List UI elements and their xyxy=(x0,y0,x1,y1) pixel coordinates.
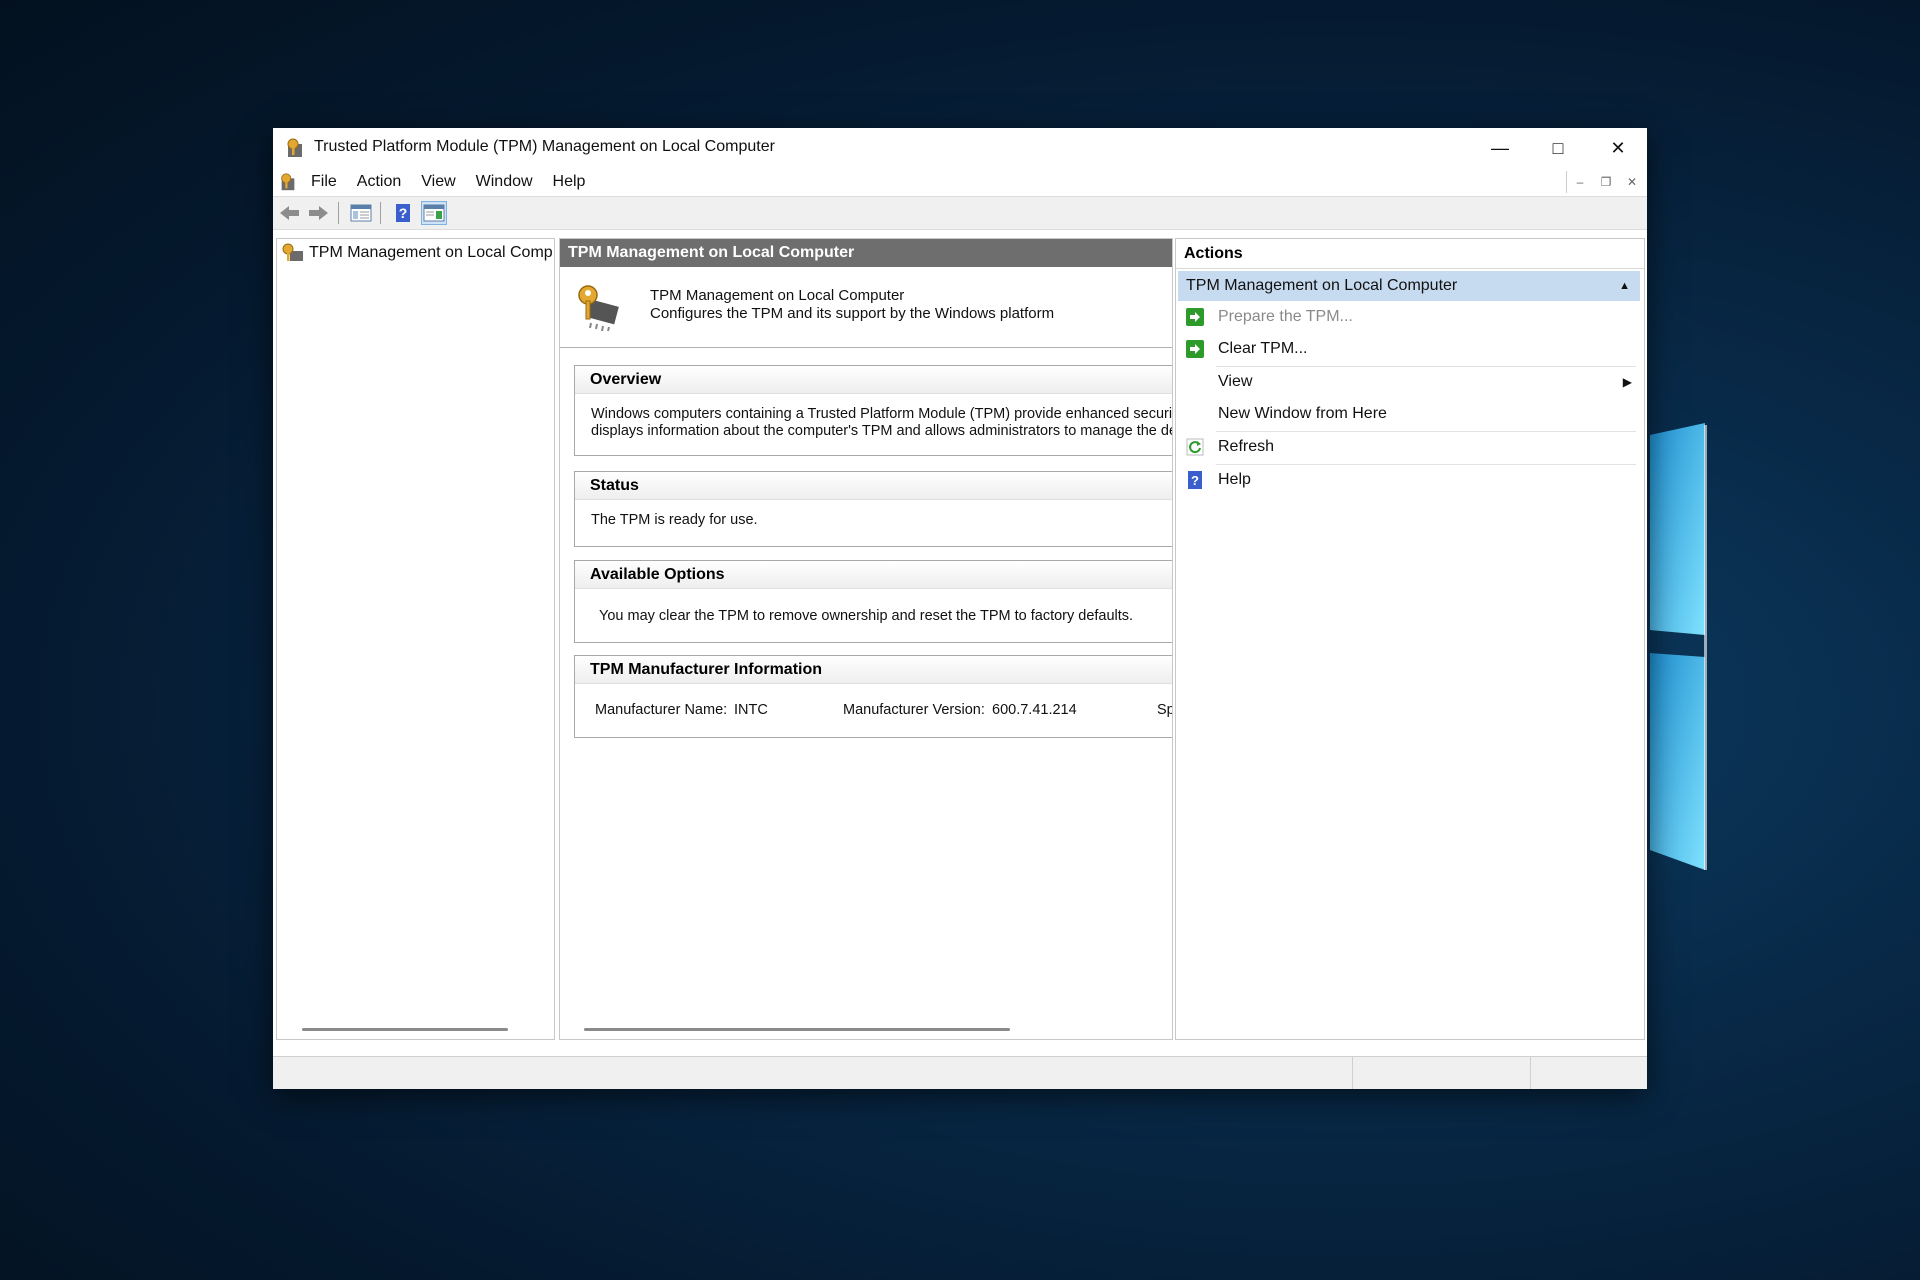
mdi-controls: – ❐ ✕ xyxy=(1566,171,1645,193)
actions-header: Actions xyxy=(1176,239,1644,269)
toolbar: ? xyxy=(273,196,1647,230)
refresh-icon xyxy=(1186,438,1204,456)
mdi-minimize-button[interactable]: – xyxy=(1567,171,1593,193)
toolbar-separator xyxy=(338,202,339,224)
status-heading: Status xyxy=(575,472,1172,500)
horizontal-scrollbar[interactable] xyxy=(584,1028,1010,1031)
actions-group-label: TPM Management on Local Computer xyxy=(1186,277,1458,294)
action-label: Clear TPM... xyxy=(1218,340,1308,357)
action-label: Refresh xyxy=(1218,438,1275,455)
tpm-chip-key-icon xyxy=(578,285,619,331)
close-button[interactable]: ✕ xyxy=(1589,128,1647,168)
window-title: Trusted Platform Module (TPM) Management… xyxy=(314,138,775,155)
svg-text:?: ? xyxy=(1191,473,1199,488)
action-help[interactable]: ? Help xyxy=(1178,465,1640,495)
action-refresh[interactable]: Refresh xyxy=(1178,432,1640,462)
spec-version-label: Sp xyxy=(1157,702,1173,718)
available-options-heading: Available Options xyxy=(575,561,1172,589)
mmc-window: Trusted Platform Module (TPM) Management… xyxy=(273,128,1647,1089)
help-icon: ? xyxy=(1188,471,1202,489)
tree-item-label: TPM Management on Local Comp xyxy=(309,244,553,261)
console-tree-pane: TPM Management on Local Comp xyxy=(276,238,555,1040)
menu-bar: File Action View Window Help xyxy=(273,168,1647,196)
intro-panel: TPM Management on Local Computer Configu… xyxy=(560,267,1172,348)
title-bar[interactable]: Trusted Platform Module (TPM) Management… xyxy=(273,128,1647,168)
available-options-section: Available Options You may clear the TPM … xyxy=(574,560,1172,643)
actions-pane: Actions TPM Management on Local Computer… xyxy=(1175,238,1645,1040)
overview-text-line1: Windows computers containing a Trusted P… xyxy=(591,406,1173,422)
status-bar xyxy=(273,1056,1647,1089)
menu-help[interactable]: Help xyxy=(543,173,596,191)
overview-section: Overview Windows computers containing a … xyxy=(574,365,1173,456)
menu-action[interactable]: Action xyxy=(347,173,411,191)
menu-file[interactable]: File xyxy=(301,173,347,191)
mdi-restore-button[interactable]: ❐ xyxy=(1593,171,1619,193)
mdi-close-button[interactable]: ✕ xyxy=(1619,171,1645,193)
result-pane: TPM Management on Local Computer TPM Man… xyxy=(559,238,1173,1040)
tpm-key-icon[interactable] xyxy=(278,172,298,192)
menu-window[interactable]: Window xyxy=(466,173,543,191)
overview-text-line2: displays information about the computer'… xyxy=(591,423,1173,439)
overview-heading: Overview xyxy=(575,366,1172,394)
horizontal-scrollbar[interactable] xyxy=(302,1028,508,1031)
tree-item-tpm-management[interactable]: TPM Management on Local Comp xyxy=(281,243,553,263)
green-arrow-icon xyxy=(1186,340,1204,358)
submenu-arrow-icon: ▶ xyxy=(1622,375,1632,389)
action-label: New Window from Here xyxy=(1218,405,1387,422)
toolbar-separator xyxy=(380,202,381,224)
manufacturer-name-label: Manufacturer Name: xyxy=(595,702,728,718)
status-bar-cell xyxy=(1530,1057,1647,1089)
collapse-up-icon[interactable]: ▲ xyxy=(1619,271,1630,301)
status-section: Status The TPM is ready for use. xyxy=(574,471,1172,547)
maximize-button[interactable]: □ xyxy=(1529,128,1587,168)
action-view[interactable]: View ▶ xyxy=(1178,367,1640,397)
manufacturer-name-value: INTC xyxy=(734,702,768,718)
menu-view[interactable]: View xyxy=(411,173,465,191)
show-hide-console-tree-icon[interactable] xyxy=(348,201,374,225)
action-label: View xyxy=(1218,373,1253,390)
manufacturer-info-section: TPM Manufacturer Information Manufacture… xyxy=(574,655,1173,738)
minimize-button[interactable]: — xyxy=(1471,128,1529,168)
manufacturer-version-label: Manufacturer Version: xyxy=(843,702,985,718)
status-bar-cell xyxy=(1352,1057,1531,1089)
actions-group-tpm-management[interactable]: TPM Management on Local Computer ▲ xyxy=(1178,271,1640,301)
show-hide-action-pane-icon[interactable] xyxy=(421,201,447,225)
intro-title: TPM Management on Local Computer xyxy=(650,287,905,304)
status-text: The TPM is ready for use. xyxy=(591,512,758,528)
manufacturer-version-value: 600.7.41.214 xyxy=(992,702,1077,718)
action-label: Help xyxy=(1218,471,1251,488)
action-label: Prepare the TPM... xyxy=(1218,308,1353,325)
tpm-key-icon xyxy=(282,243,303,261)
available-options-text[interactable]: You may clear the TPM to remove ownershi… xyxy=(575,589,1172,624)
green-arrow-icon xyxy=(1186,308,1204,326)
intro-subtitle: Configures the TPM and its support by th… xyxy=(650,305,1055,322)
svg-text:?: ? xyxy=(399,205,408,221)
windows-logo-wallpaper xyxy=(1650,423,1707,870)
action-clear-tpm[interactable]: Clear TPM... xyxy=(1178,334,1640,364)
help-icon[interactable]: ? xyxy=(390,201,416,225)
back-arrow-icon[interactable] xyxy=(277,201,303,225)
forward-arrow-icon[interactable] xyxy=(305,201,331,225)
result-pane-header: TPM Management on Local Computer xyxy=(560,239,1172,267)
action-prepare-tpm[interactable]: Prepare the TPM... xyxy=(1178,302,1640,332)
tpm-key-icon xyxy=(287,138,302,157)
manufacturer-info-heading: TPM Manufacturer Information xyxy=(575,656,1172,684)
action-new-window[interactable]: New Window from Here xyxy=(1178,399,1640,429)
